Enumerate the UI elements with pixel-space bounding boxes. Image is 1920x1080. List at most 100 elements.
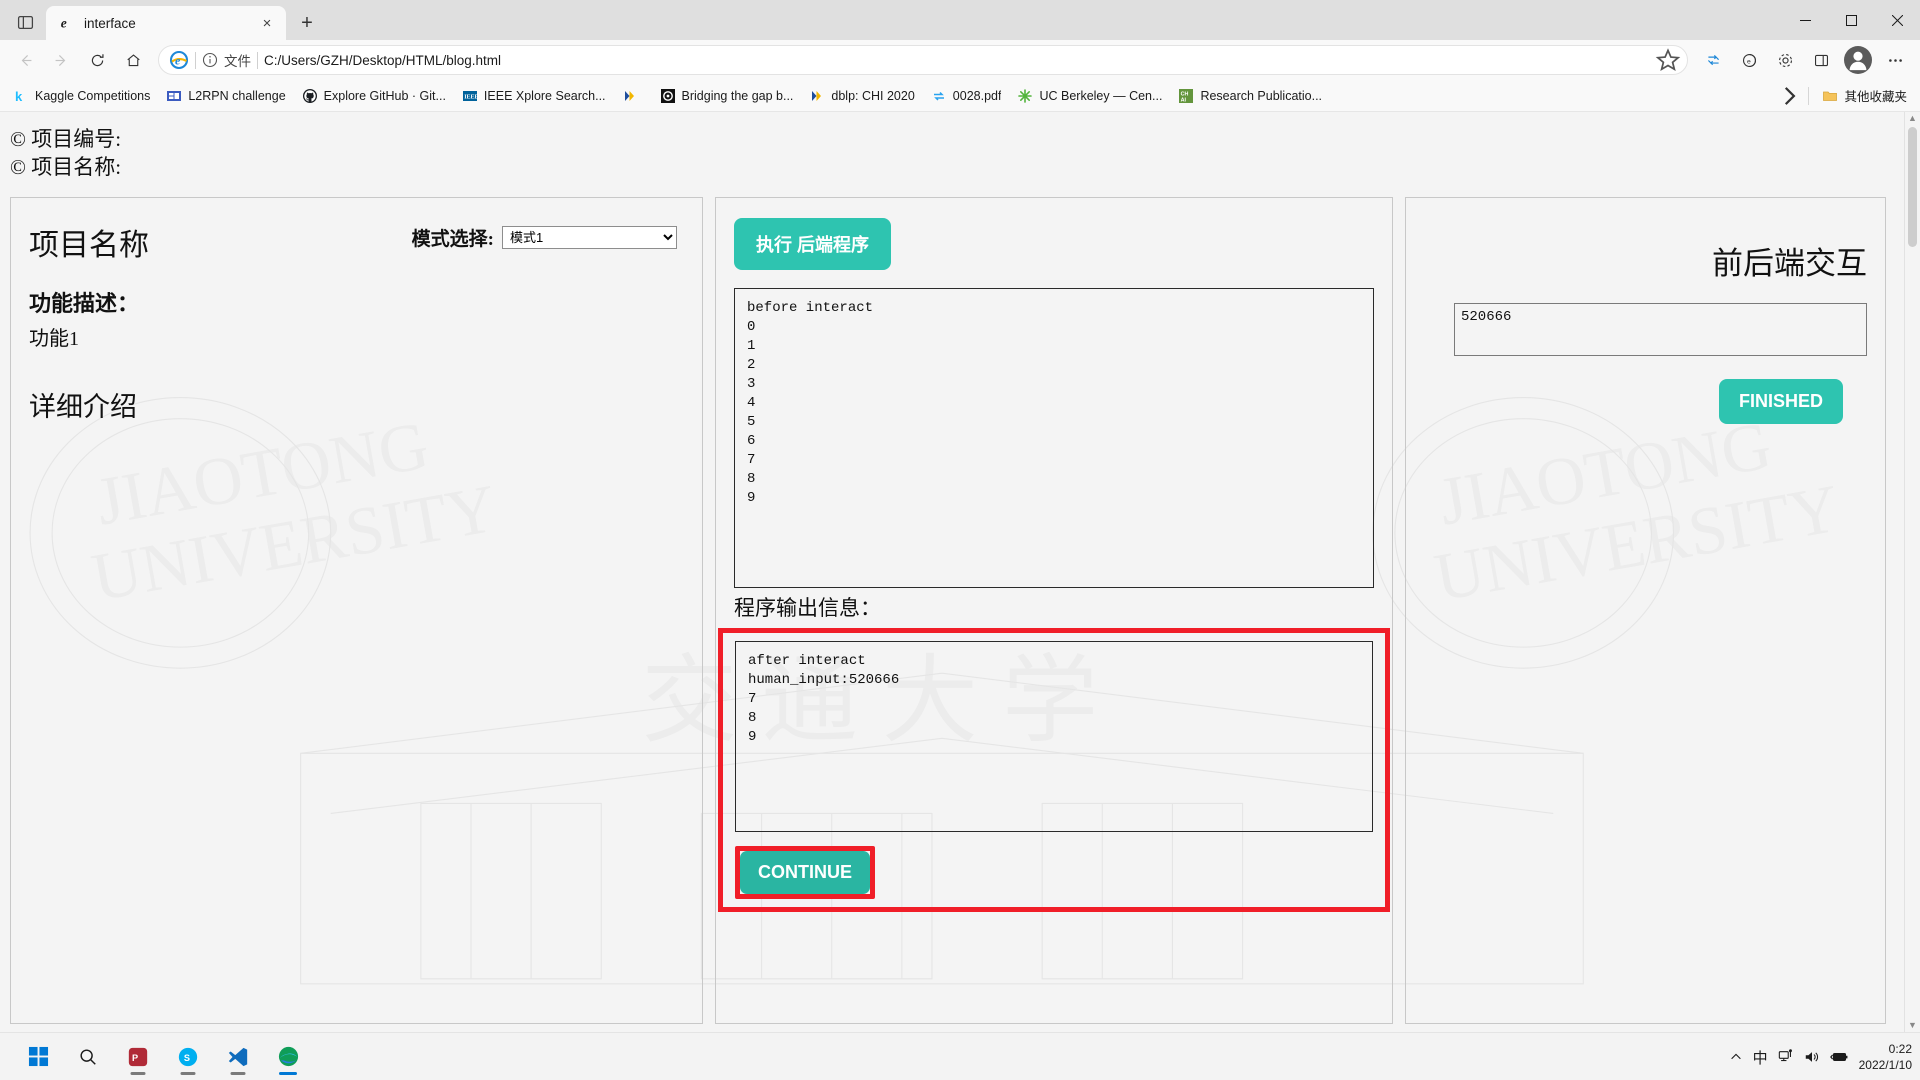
bookmark-item[interactable]: IEEE IEEE Xplore Search... <box>455 83 613 109</box>
bookmark-item[interactable]: Bridging the gap b... <box>653 83 801 109</box>
mode-label: 模式选择: <box>411 229 494 250</box>
window-controls <box>1782 0 1920 40</box>
start-button[interactable] <box>18 1037 58 1077</box>
chevron-up-icon[interactable] <box>1729 1050 1743 1064</box>
interaction-title: 前后端交互 <box>1712 246 1867 281</box>
clock-time: 0:22 <box>1888 1041 1912 1056</box>
tab-strip: e interface × + <box>0 0 324 40</box>
taskbar-items: P S <box>0 1037 308 1077</box>
github-icon <box>302 88 318 104</box>
finished-button-row: FINISHED <box>1406 361 1885 424</box>
bookmark-item[interactable]: k Kaggle Competitions <box>6 83 157 109</box>
app-pdf[interactable]: P <box>118 1037 158 1077</box>
browser-toolbar: e 文件 C:/Users/GZH/Desktop/HTML/blog.html… <box>0 40 1920 80</box>
program-output-label: 程序输出信息： <box>734 596 881 620</box>
finished-button[interactable]: FINISHED <box>1718 379 1843 424</box>
app-edge[interactable] <box>268 1037 308 1077</box>
bookmark-item[interactable]: 0028.pdf <box>924 83 1009 109</box>
extensions-icon[interactable] <box>1768 43 1802 77</box>
forward-arrow-icon[interactable] <box>44 43 78 77</box>
human-input-textarea[interactable] <box>1454 303 1867 356</box>
scrollbar-thumb[interactable] <box>1908 127 1917 247</box>
close-icon[interactable]: × <box>256 12 278 34</box>
run-backend-button[interactable]: 执行 后端程序 <box>734 218 892 270</box>
bookmark-item[interactable]: CH AI Research Publicatio... <box>1171 83 1329 109</box>
svg-text:e: e <box>175 54 181 68</box>
app-skype[interactable]: S <box>168 1037 208 1077</box>
collections-icon[interactable] <box>1696 43 1730 77</box>
svg-text:e: e <box>1746 58 1750 65</box>
continue-button-highlight: CONTINUE <box>735 846 875 899</box>
app-vscode[interactable] <box>218 1037 258 1077</box>
bookmark-item[interactable]: UC Berkeley — Cen... <box>1010 83 1169 109</box>
berkeley-icon <box>1017 88 1033 104</box>
maximize-icon[interactable] <box>1828 0 1874 40</box>
bookmark-item[interactable]: dblp: CHI 2020 <box>802 83 921 109</box>
mode-select[interactable]: 模式1 <box>502 226 677 249</box>
divider <box>257 51 258 69</box>
address-bar[interactable]: e 文件 C:/Users/GZH/Desktop/HTML/blog.html <box>158 45 1688 75</box>
bookmark-label: Explore GitHub · Git... <box>323 88 446 103</box>
windows-taskbar: P S 中 0:22 2022/1/10 <box>0 1032 1920 1080</box>
svg-text:k: k <box>15 89 23 104</box>
dblp-icon <box>809 88 825 104</box>
bookmark-item[interactable] <box>615 83 651 109</box>
taskbar-underline <box>230 1071 246 1075</box>
chevron-right-icon[interactable] <box>1776 83 1802 109</box>
project-name-line: © 项目名称: <box>10 154 122 179</box>
ime-indicator[interactable]: 中 <box>1753 1047 1768 1068</box>
close-icon[interactable] <box>1874 0 1920 40</box>
tab-actions-icon[interactable] <box>4 5 46 39</box>
edge-legacy-icon: e <box>58 14 76 32</box>
bookmark-label: UC Berkeley — Cen... <box>1039 88 1163 103</box>
new-tab-button[interactable]: + <box>290 8 324 38</box>
info-circle-icon[interactable] <box>202 52 218 68</box>
chai-icon: CH AI <box>1178 88 1194 104</box>
battery-charging-icon[interactable] <box>1829 1049 1849 1065</box>
clock[interactable]: 0:22 2022/1/10 <box>1859 1041 1912 1073</box>
other-favorites-label: 其他收藏夹 <box>1844 90 1907 104</box>
profile-avatar[interactable] <box>1844 46 1872 74</box>
continue-button[interactable]: CONTINUE <box>740 851 870 894</box>
clock-date: 2022/1/10 <box>1858 1058 1912 1072</box>
l2rpn-icon <box>166 88 182 104</box>
feature-description-text: 功能1 <box>29 328 79 350</box>
highlighted-output-region: after interact human_input:520666 7 8 9 … <box>718 628 1390 912</box>
browser-tab[interactable]: e interface × <box>46 6 286 40</box>
page-scrollbar[interactable]: ▲ ▼ <box>1904 112 1920 1032</box>
favorite-star-icon[interactable] <box>1655 47 1681 73</box>
toolbar-right-actions: e <box>1696 43 1912 77</box>
url-text[interactable]: C:/Users/GZH/Desktop/HTML/blog.html <box>264 53 1649 68</box>
search-icon[interactable] <box>68 1037 108 1077</box>
split-screen-icon[interactable] <box>1804 43 1838 77</box>
bookmark-label: IEEE Xplore Search... <box>483 88 606 103</box>
pdf-sync-icon <box>931 88 947 104</box>
tab-title: interface <box>84 15 136 31</box>
bookmarks-overflow: 其他收藏夹 <box>1776 83 1914 109</box>
taskbar-underline <box>130 1071 146 1075</box>
more-options-icon[interactable] <box>1878 43 1912 77</box>
network-icon[interactable] <box>1778 1049 1794 1065</box>
console-output-bottom: after interact human_input:520666 7 8 9 <box>735 641 1373 832</box>
back-arrow-icon[interactable] <box>8 43 42 77</box>
bookmark-item[interactable]: Explore GitHub · Git... <box>295 83 453 109</box>
folder-icon <box>1822 88 1838 104</box>
other-favorites-folder[interactable]: 其他收藏夹 <box>1815 83 1914 109</box>
svg-text:e: e <box>61 16 67 31</box>
system-tray: 中 0:22 2022/1/10 <box>1729 1033 1912 1080</box>
browser-essentials-icon[interactable]: e <box>1732 43 1766 77</box>
bookmark-label: Bridging the gap b... <box>681 88 794 103</box>
minimize-icon[interactable] <box>1782 0 1828 40</box>
home-icon[interactable] <box>116 43 150 77</box>
human-input-wrapper <box>1406 283 1885 361</box>
bookmark-item[interactable]: L2RPN challenge <box>159 83 292 109</box>
detail-intro-heading: 详细介绍 <box>29 392 137 422</box>
svg-text:IEEE: IEEE <box>464 94 478 100</box>
volume-icon[interactable] <box>1804 1049 1820 1065</box>
refresh-icon[interactable] <box>80 43 114 77</box>
console-output-top: before interact 0 1 2 3 4 5 6 7 8 9 <box>734 288 1374 588</box>
scroll-down-arrow-icon[interactable]: ▼ <box>1908 1021 1917 1030</box>
right-panel: 前后端交互 FINISHED <box>1405 197 1886 1024</box>
scroll-up-arrow-icon[interactable]: ▲ <box>1908 114 1917 123</box>
feature-description-heading: 功能描述： <box>29 291 140 316</box>
